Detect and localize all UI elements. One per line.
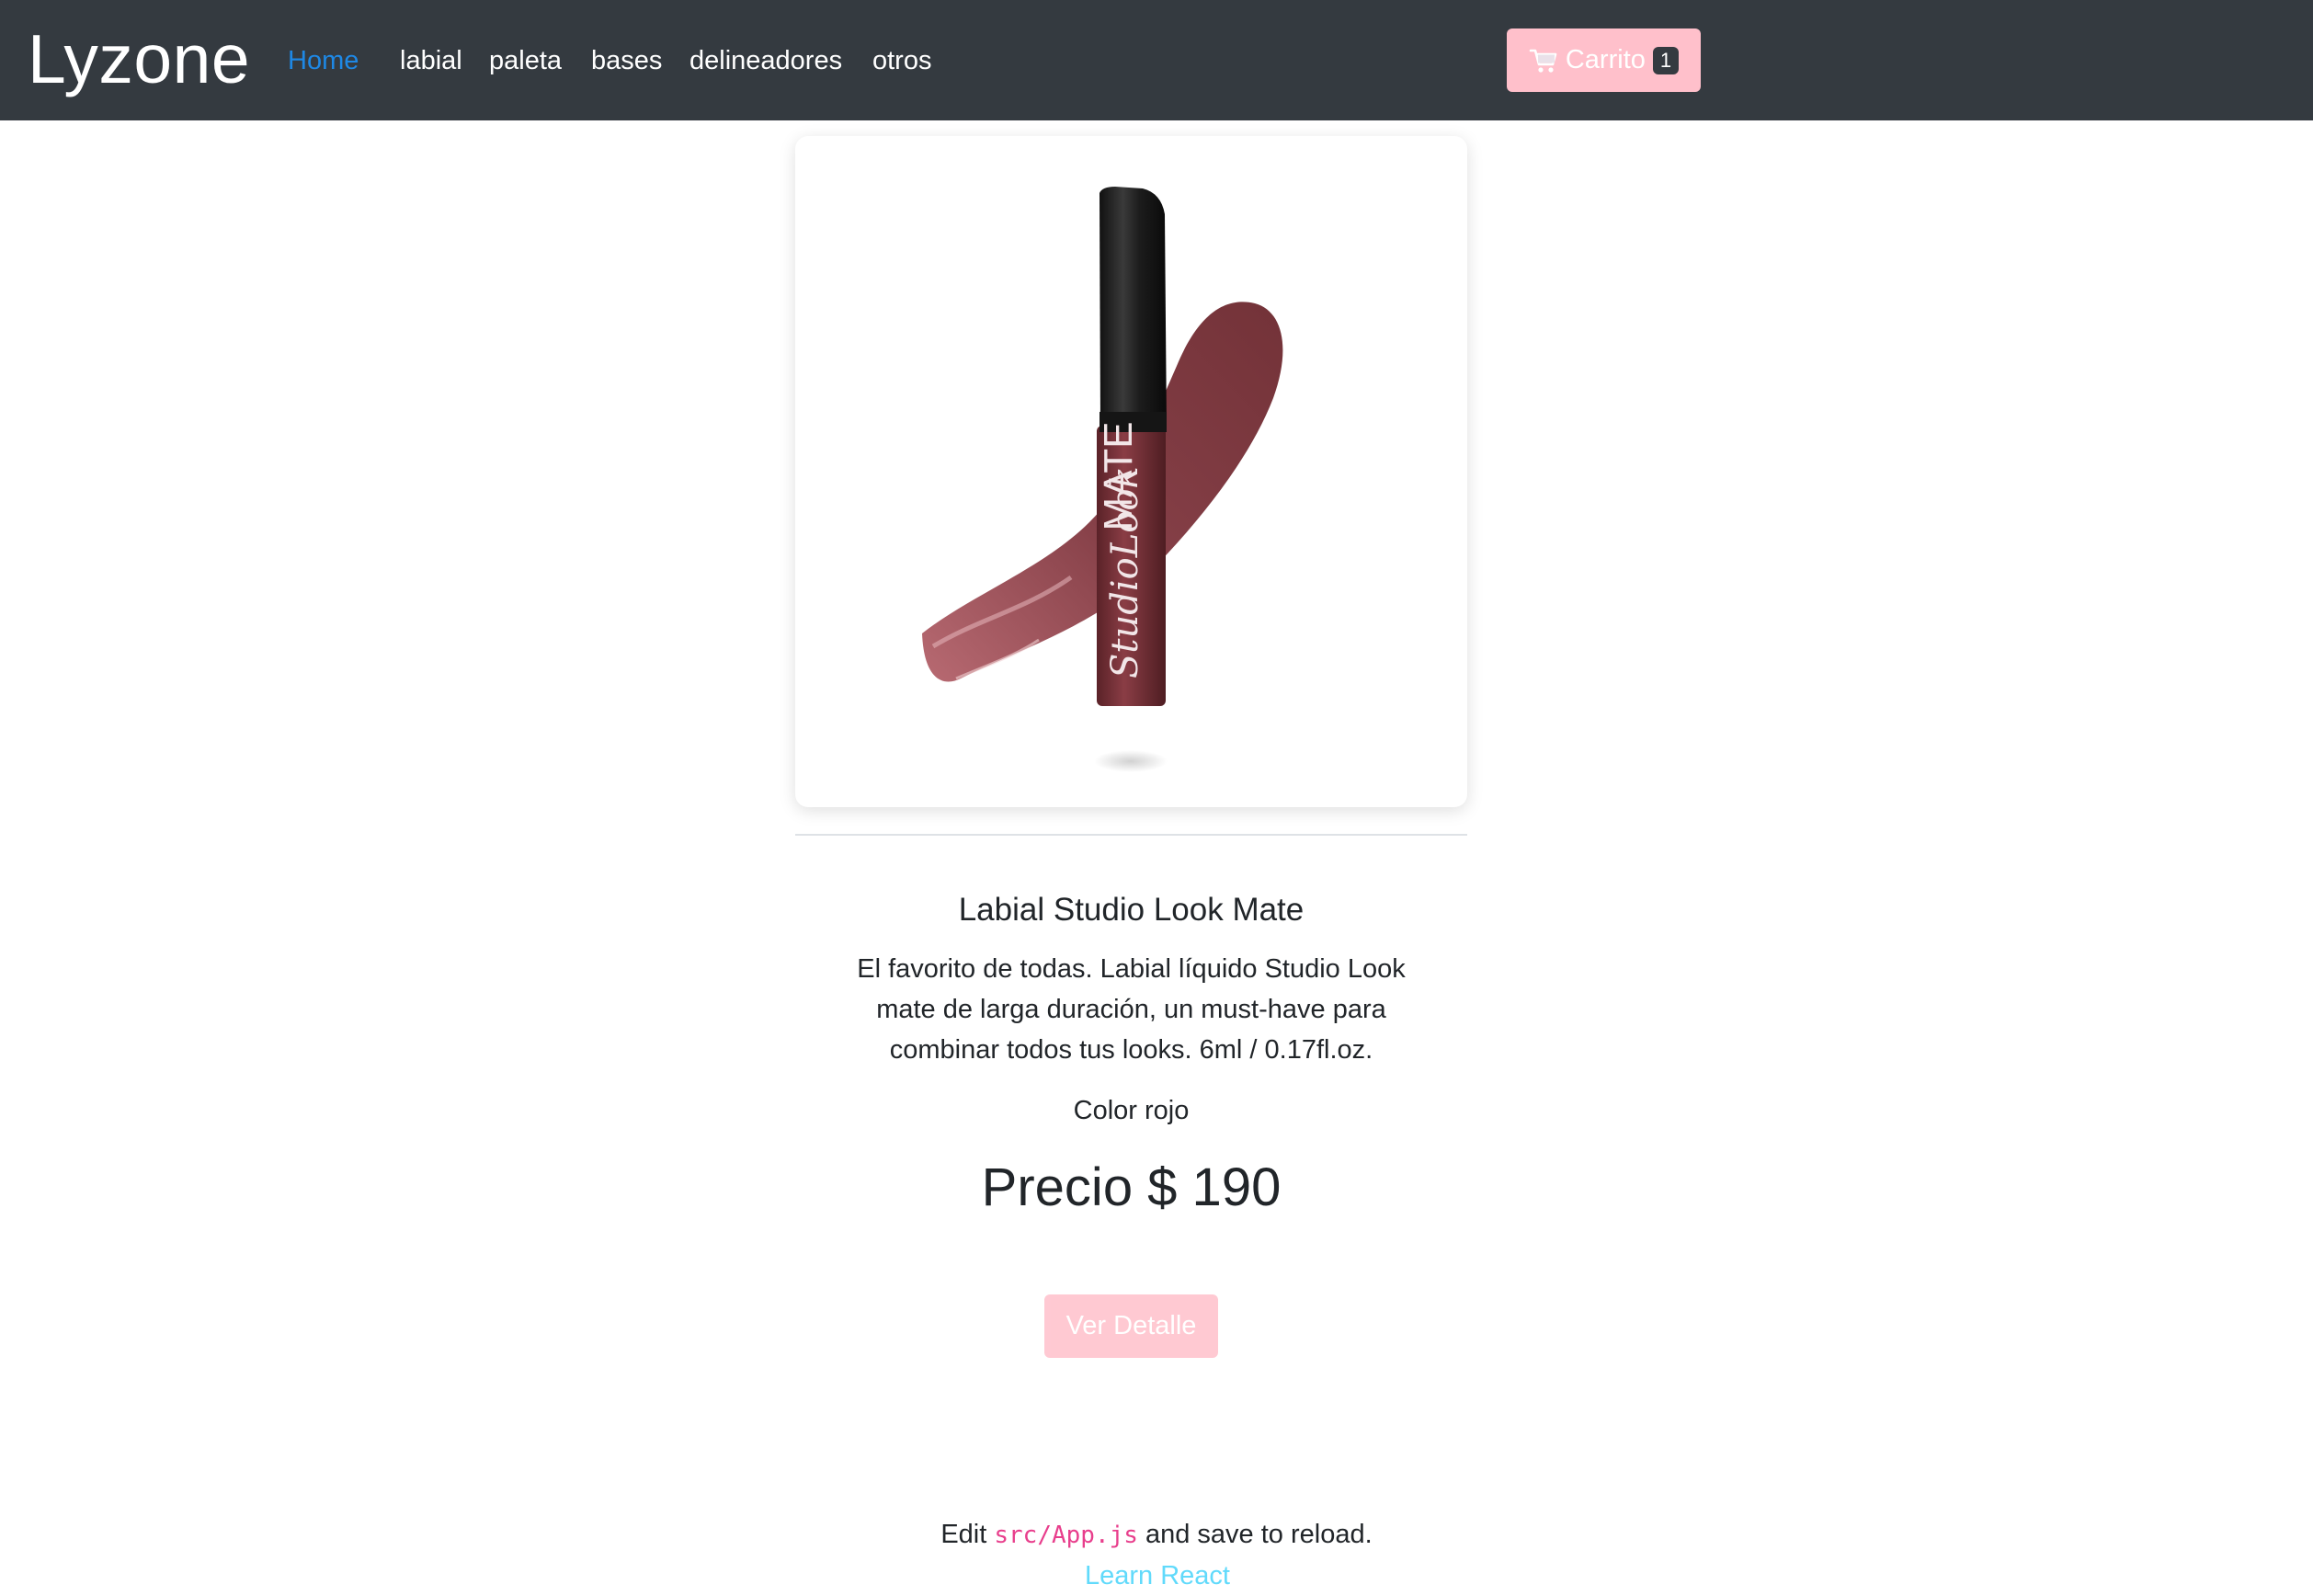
product-info: Labial Studio Look Mate El favorito de t… bbox=[795, 883, 1467, 1225]
nav-link-otros[interactable]: otros bbox=[872, 40, 931, 81]
edit-hint-prefix: Edit bbox=[940, 1520, 987, 1549]
learn-react-link[interactable]: Learn React bbox=[992, 1556, 1323, 1596]
nav-link-delineadores[interactable]: delineadores bbox=[689, 40, 842, 81]
nav-link-bases[interactable]: bases bbox=[591, 40, 662, 81]
ver-detalle-button[interactable]: Ver Detalle bbox=[1044, 1294, 1218, 1358]
product-image-script-text: StudioLook bbox=[1104, 466, 1146, 678]
product-title: Labial Studio Look Mate bbox=[958, 892, 1305, 928]
cart-count-badge: 1 bbox=[1652, 46, 1680, 74]
nav-link-home[interactable]: Home bbox=[288, 40, 359, 81]
product-price: Precio $ 190 bbox=[981, 1157, 1282, 1217]
product-image: MATE StudioLook bbox=[922, 187, 1283, 772]
cart-button[interactable]: Carrito 1 bbox=[1507, 28, 1701, 92]
brand-logo[interactable]: Lyzone bbox=[28, 13, 250, 105]
product-color: Color rojo bbox=[1073, 1096, 1190, 1125]
cart-label: Carrito bbox=[1565, 45, 1646, 74]
edit-hint-suffix: and save to reload. bbox=[1145, 1520, 1373, 1549]
nav-link-paleta[interactable]: paleta bbox=[489, 40, 562, 81]
product-description: El favorito de todas. Labial líquido Stu… bbox=[857, 954, 1406, 1065]
product-card: MATE StudioLook bbox=[795, 136, 1467, 807]
edit-hint: Edit src/App.js and save to reload. bbox=[0, 1514, 2313, 1556]
cart-icon bbox=[1529, 47, 1558, 74]
card-divider bbox=[795, 834, 1467, 836]
edit-hint-code: src/App.js bbox=[994, 1522, 1138, 1549]
nav-link-labial[interactable]: labial bbox=[400, 40, 462, 81]
top-navbar: Lyzone Home labial paleta bases delinead… bbox=[0, 0, 2313, 120]
